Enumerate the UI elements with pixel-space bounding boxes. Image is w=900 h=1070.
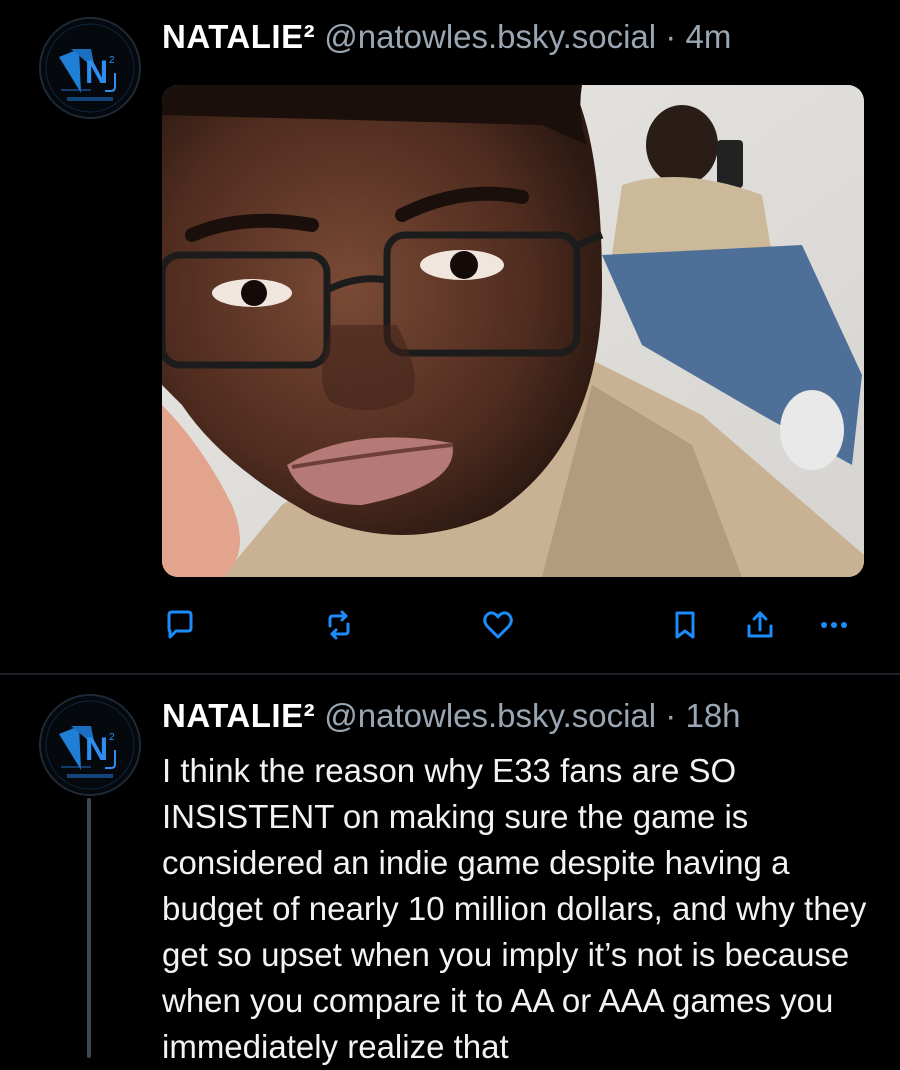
post-divider bbox=[0, 673, 900, 675]
post-text: I think the reason why E33 fans are SO I… bbox=[162, 752, 867, 1065]
reply-icon[interactable] bbox=[160, 605, 200, 645]
n-logo-icon: N 2 bbox=[41, 696, 139, 794]
svg-text:2: 2 bbox=[109, 732, 115, 743]
more-icon[interactable] bbox=[814, 605, 854, 645]
display-name[interactable]: NATALIE² bbox=[162, 18, 315, 55]
author-handle[interactable]: @natowles.bsky.social bbox=[324, 697, 656, 734]
post-2[interactable]: N 2 NATALIE² @natowles.bsky.social · 18h… bbox=[0, 676, 900, 1065]
display-name[interactable]: NATALIE² bbox=[162, 697, 315, 734]
post-timestamp[interactable]: 4m bbox=[685, 18, 731, 55]
svg-text:N: N bbox=[85, 731, 108, 767]
post-header: NATALIE² @natowles.bsky.social · 4m bbox=[162, 17, 731, 57]
share-icon[interactable] bbox=[740, 605, 780, 645]
repost-icon[interactable] bbox=[319, 605, 359, 645]
post-image[interactable] bbox=[162, 85, 864, 577]
post-header: NATALIE² @natowles.bsky.social · 18h bbox=[162, 696, 741, 736]
post-actions bbox=[0, 605, 900, 645]
author-handle[interactable]: @natowles.bsky.social bbox=[324, 18, 656, 55]
svg-text:N: N bbox=[85, 54, 108, 90]
bookmark-icon[interactable] bbox=[665, 605, 705, 645]
post-timestamp[interactable]: 18h bbox=[685, 697, 740, 734]
thread-line bbox=[87, 798, 91, 1058]
separator-dot: · bbox=[665, 697, 677, 734]
selfie-photo-icon bbox=[162, 85, 864, 577]
post-1[interactable]: N 2 NATALIE² @natowles.bsky.social · 4m bbox=[0, 0, 900, 672]
svg-text:2: 2 bbox=[109, 55, 115, 66]
avatar[interactable]: N 2 bbox=[39, 17, 141, 119]
separator-dot: · bbox=[665, 18, 677, 55]
heart-icon[interactable] bbox=[478, 605, 518, 645]
avatar[interactable]: N 2 bbox=[39, 694, 141, 796]
n-logo-icon: N 2 bbox=[41, 19, 139, 117]
